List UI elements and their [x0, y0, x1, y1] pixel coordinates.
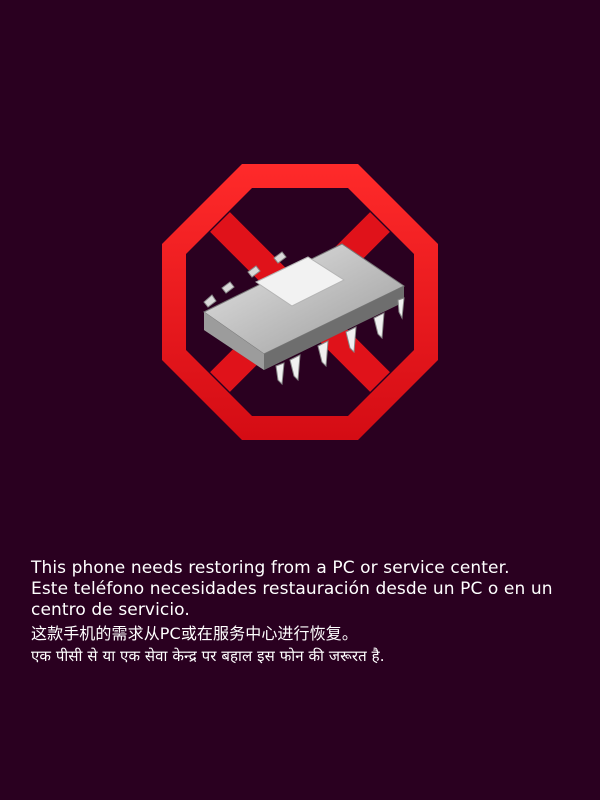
message-hindi: एक पीसी से या एक सेवा केन्द्र पर बहाल इस… [31, 647, 385, 665]
message-chinese: 这款手机的需求从PC或在服务中心进行恢复。 [31, 624, 358, 643]
restore-message: This phone needs restoring from a PC or … [31, 558, 576, 666]
prohibited-chip-icon [160, 162, 440, 442]
message-english: This phone needs restoring from a PC or … [31, 558, 510, 578]
message-spanish: Este teléfono necesidades restauración d… [31, 579, 553, 620]
